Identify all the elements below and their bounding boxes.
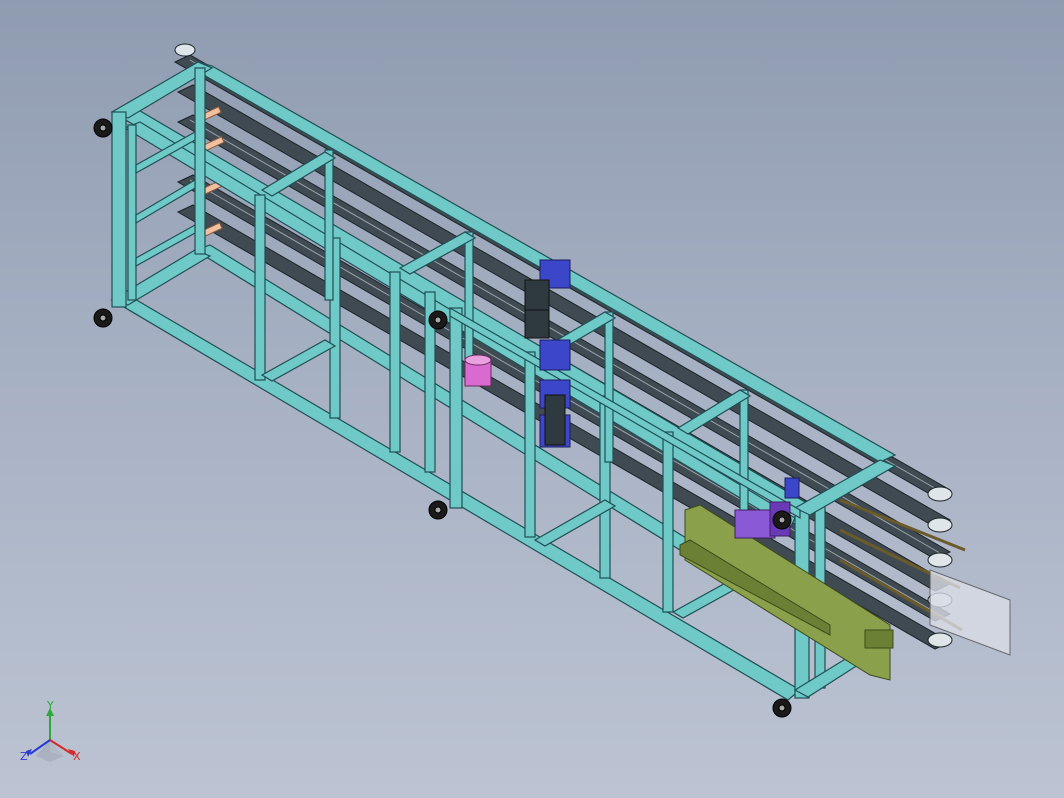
motor-dark-2 (544, 394, 566, 446)
frame-left-post-back (194, 67, 206, 255)
rail-cap-2 (927, 517, 953, 533)
frame-post-3 (389, 271, 401, 453)
rail-cap-top-left (174, 43, 196, 57)
rail-cap-3 (927, 552, 953, 568)
wheel-2 (93, 308, 113, 328)
motor-pink-cap (464, 354, 492, 366)
frame-left-post-inner (127, 124, 137, 301)
frame-post-8 (662, 431, 674, 613)
x-axis-label: X (73, 750, 81, 763)
wheel-5 (772, 510, 792, 530)
motor-blue-2 (524, 279, 550, 311)
cad-viewport[interactable]: Y X Z (0, 0, 1064, 798)
frame-post-6 (524, 351, 536, 538)
y-axis-label: Y (46, 700, 54, 712)
motor-purple (734, 509, 776, 539)
3d-model-canvas[interactable] (0, 0, 1064, 798)
wheel-3 (428, 310, 448, 330)
z-axis-label: Z (20, 750, 28, 763)
rail-cap-5 (927, 632, 953, 648)
wheel-4 (428, 500, 448, 520)
frame-back-post-3 (604, 311, 614, 463)
frame-bottom-cross-1 (260, 339, 337, 382)
frame-back-post-1 (324, 149, 334, 301)
frame-left-post-front (111, 111, 127, 308)
frame-post-5 (449, 307, 463, 509)
motor-blue-right (784, 477, 800, 499)
conveyor-end-block (864, 629, 894, 649)
frame-post-1 (254, 194, 266, 381)
motor-dark-1 (524, 309, 550, 339)
frame-left-end-bottom (110, 249, 212, 306)
rail-cap-1 (927, 486, 953, 502)
triad-base-back (36, 740, 64, 762)
axis-triad[interactable]: Y X Z (14, 700, 94, 780)
motor-blue-3 (539, 339, 571, 371)
wheel-1 (93, 118, 113, 138)
wheel-6 (772, 698, 792, 718)
